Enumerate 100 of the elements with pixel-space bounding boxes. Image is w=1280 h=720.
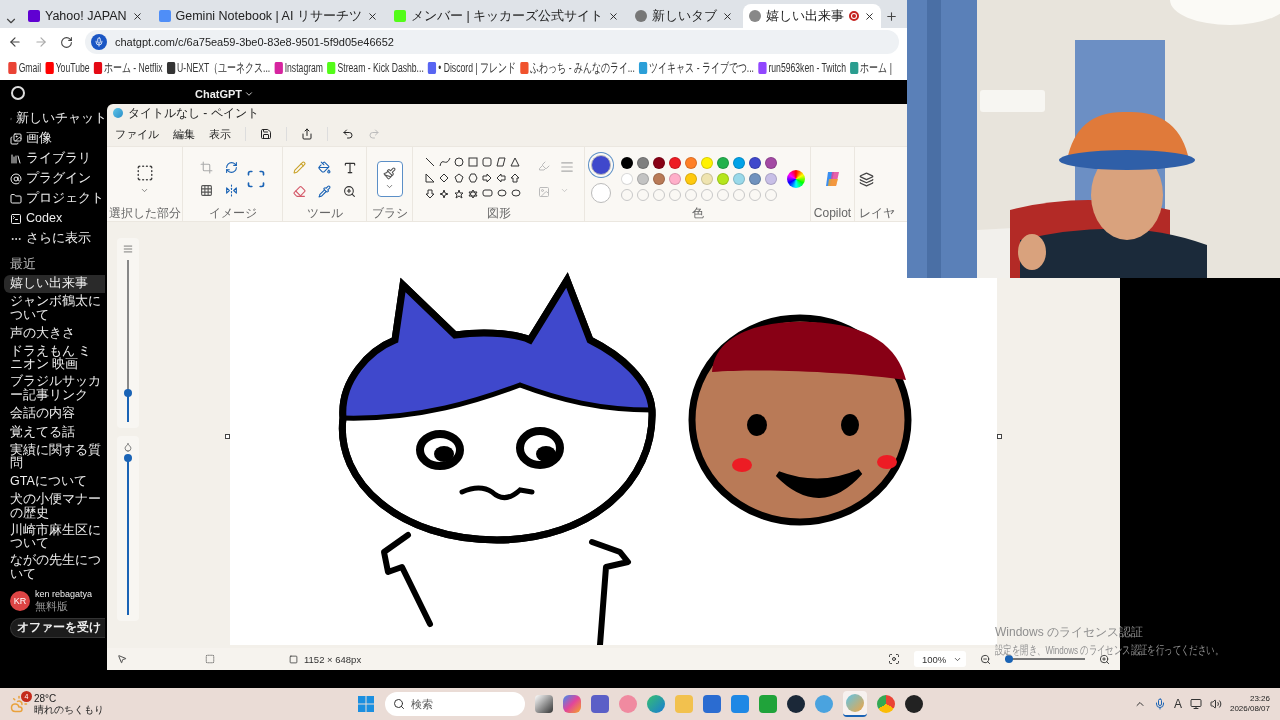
bookmark[interactable]: U-NEXT（ユーネクス... bbox=[166, 59, 271, 77]
reload-icon[interactable] bbox=[60, 35, 73, 49]
color-swatch[interactable] bbox=[732, 157, 745, 169]
color-swatch[interactable] bbox=[652, 157, 665, 169]
chat-item[interactable]: 覚えてる話 bbox=[4, 423, 105, 442]
logo-icon[interactable] bbox=[11, 86, 25, 100]
resize-handle[interactable] bbox=[225, 434, 230, 439]
bookmark[interactable]: • Discord | フレンド bbox=[427, 59, 516, 77]
browser-tab[interactable]: 新しいタブ bbox=[629, 4, 740, 28]
color-swatch[interactable] bbox=[700, 157, 713, 169]
close-icon[interactable] bbox=[608, 10, 620, 22]
chat-item[interactable]: 川崎市麻生区について bbox=[4, 522, 105, 552]
zoom-dropdown[interactable]: 100% bbox=[914, 651, 966, 667]
slider-thumb[interactable] bbox=[1005, 655, 1013, 663]
grid-icon[interactable] bbox=[199, 184, 213, 197]
clock[interactable]: 23:26 2026/08/07 bbox=[1229, 693, 1270, 715]
undo-icon[interactable] bbox=[342, 128, 354, 140]
chat-item[interactable]: ドラえもん ミニオン 映画 bbox=[4, 343, 105, 373]
color-swatch[interactable] bbox=[668, 157, 681, 169]
bookmark[interactable]: YouTube bbox=[45, 61, 90, 75]
fit-icon[interactable] bbox=[888, 653, 900, 665]
zoom-out-icon[interactable] bbox=[980, 653, 991, 665]
brush-button[interactable] bbox=[376, 161, 403, 197]
address-bar[interactable]: chatgpt.com/c/6a75ea59-3be0-83e8-9501-5f9d05e46652 bbox=[85, 30, 899, 54]
nav-item[interactable]: プラグイン bbox=[26, 172, 91, 186]
menu-item[interactable]: 編集 bbox=[173, 126, 195, 142]
slider-thumb[interactable] bbox=[124, 454, 132, 462]
close-icon[interactable] bbox=[722, 10, 734, 22]
start-icon[interactable] bbox=[357, 695, 375, 713]
share-icon[interactable] bbox=[301, 128, 313, 140]
nav-item[interactable]: 画像 bbox=[26, 132, 52, 146]
chat-item[interactable]: ながの先生について bbox=[4, 553, 105, 583]
paint-bucket-icon[interactable] bbox=[317, 160, 331, 174]
menu-item[interactable]: 表示 bbox=[209, 126, 231, 142]
color-swatch[interactable] bbox=[748, 157, 761, 169]
color-swatch[interactable] bbox=[684, 157, 697, 169]
layers-icon[interactable] bbox=[859, 171, 874, 187]
browser-tab[interactable]: Yahoo! JAPAN bbox=[22, 4, 149, 28]
color-swatch[interactable] bbox=[652, 173, 665, 185]
pipette-icon[interactable] bbox=[317, 184, 331, 198]
slider-thumb[interactable] bbox=[124, 388, 132, 397]
search-field[interactable]: 検索 bbox=[385, 692, 525, 716]
zoom-icon[interactable] bbox=[342, 184, 356, 198]
pencil-icon[interactable] bbox=[292, 160, 306, 174]
rotate-icon[interactable] bbox=[224, 161, 238, 174]
selection-icon[interactable] bbox=[135, 163, 154, 182]
bookmark[interactable]: Gmail bbox=[8, 61, 42, 75]
back-icon[interactable] bbox=[8, 35, 22, 49]
save-icon[interactable] bbox=[260, 128, 272, 140]
nav-item[interactable]: 新しいチャット bbox=[16, 112, 107, 126]
color-swatch[interactable] bbox=[732, 173, 745, 185]
model-selector[interactable]: ChatGPT bbox=[195, 88, 255, 100]
bookmark[interactable]: ツイキャス - ライブでつ... bbox=[639, 59, 754, 77]
offer-button[interactable]: オファーを受け bbox=[10, 617, 105, 638]
color-wheel-icon[interactable] bbox=[786, 170, 805, 188]
mic-icon[interactable] bbox=[1153, 698, 1166, 710]
shapes-gallery[interactable] bbox=[423, 156, 524, 202]
resize-handle[interactable] bbox=[997, 434, 1002, 439]
bookmark[interactable]: ふわっち - みんなのライ... bbox=[520, 59, 635, 77]
bookmark[interactable]: run5963ken - Twitch bbox=[758, 61, 846, 75]
browser-tab[interactable]: メンバー | キッカーズ公式サイト bbox=[387, 4, 626, 28]
chat-item[interactable]: GTAについて bbox=[4, 473, 105, 491]
menu-item[interactable]: ファイル bbox=[115, 126, 159, 142]
color-swatch[interactable] bbox=[716, 157, 729, 169]
close-icon[interactable] bbox=[864, 10, 876, 22]
nav-item[interactable]: Codex bbox=[26, 212, 63, 226]
image-frame-icon[interactable] bbox=[245, 169, 266, 189]
color-swatch[interactable] bbox=[764, 173, 777, 185]
eraser-icon[interactable] bbox=[292, 184, 306, 198]
browser-tab[interactable]: 嬉しい出来事 bbox=[743, 4, 882, 28]
flip-icon[interactable] bbox=[224, 184, 238, 197]
bookmark[interactable]: Instagram bbox=[274, 61, 324, 75]
volume-icon[interactable] bbox=[1209, 698, 1222, 710]
text-tool-icon[interactable] bbox=[342, 160, 357, 175]
close-icon[interactable] bbox=[366, 10, 378, 22]
browser-tab[interactable]: Gemini Notebook | AI リサーチツ bbox=[152, 4, 384, 28]
nav-item[interactable]: ライブラリ bbox=[26, 152, 91, 166]
nav-item[interactable]: さらに表示 bbox=[26, 232, 91, 246]
forward-icon[interactable] bbox=[34, 35, 48, 49]
canvas[interactable] bbox=[230, 222, 997, 645]
color-swatch[interactable] bbox=[636, 173, 649, 185]
primary-color[interactable] bbox=[590, 155, 611, 175]
chat-item[interactable]: 声の大きさ bbox=[4, 324, 105, 343]
color-swatch[interactable] bbox=[620, 157, 633, 169]
color-swatch[interactable] bbox=[684, 173, 697, 185]
color-swatch[interactable] bbox=[668, 173, 681, 185]
color-swatch[interactable] bbox=[764, 157, 777, 169]
color-swatch[interactable] bbox=[700, 173, 713, 185]
nav-item[interactable]: プロジェクト bbox=[26, 192, 104, 206]
secondary-color[interactable] bbox=[590, 183, 611, 203]
chat-item[interactable]: 会話の内容 bbox=[4, 404, 105, 423]
ime-indicator[interactable]: A bbox=[1173, 697, 1182, 711]
bookmark[interactable]: ホーム | bbox=[850, 59, 892, 77]
chat-item[interactable]: 実績に関する質問 bbox=[4, 442, 105, 472]
chat-item[interactable]: 嬉しい出来事 bbox=[4, 275, 105, 293]
close-icon[interactable] bbox=[131, 10, 143, 22]
color-swatch[interactable] bbox=[636, 157, 649, 169]
chat-item[interactable]: 犬の小便マナーの歴史 bbox=[4, 492, 105, 522]
color-swatch[interactable] bbox=[748, 173, 761, 185]
chat-item[interactable]: ブラジルサッカー記事リンク bbox=[4, 374, 105, 404]
